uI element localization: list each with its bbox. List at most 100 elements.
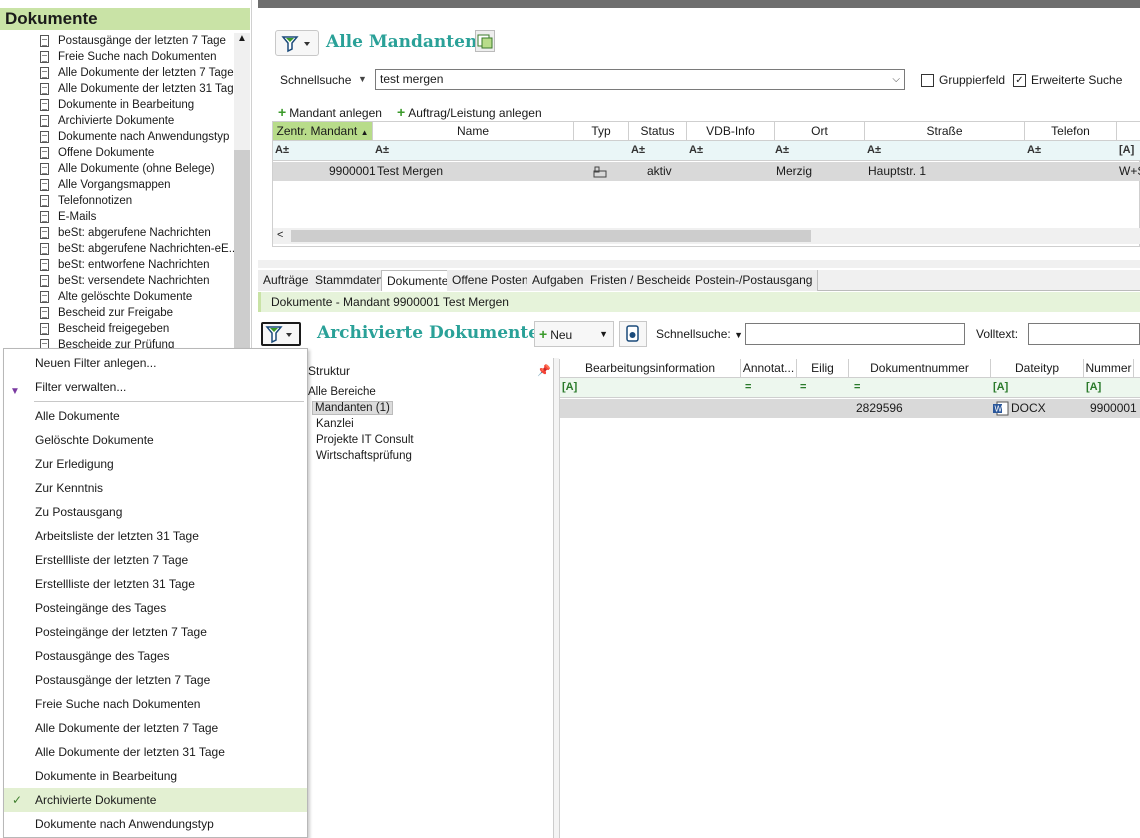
- column-header-zentr-mandant[interactable]: Zentr. Mandant ▲: [273, 122, 373, 141]
- table-row[interactable]: 9900001 Test Mergen aktiv Merzig Hauptst…: [273, 162, 1140, 181]
- column-header-nummer[interactable]: Nummer: [1084, 359, 1134, 378]
- sidebar-item[interactable]: Dokumente in Bearbeitung: [38, 97, 238, 113]
- menu-item[interactable]: Freie Suche nach Dokumenten: [4, 692, 307, 716]
- text-filter-icon[interactable]: [A]: [1119, 144, 1134, 156]
- text-filter-icon[interactable]: [A]: [562, 381, 577, 393]
- sidebar-item[interactable]: Alle Dokumente der letzten 7 Tage: [38, 65, 238, 81]
- chevron-down-icon[interactable]: ⌵: [892, 70, 900, 89]
- chevron-down-icon[interactable]: ▼: [734, 330, 743, 340]
- menu-item[interactable]: Dokumente nach Anwendungstyp: [4, 812, 307, 836]
- menu-item-new-filter[interactable]: Neuen Filter anlegen...: [4, 351, 307, 375]
- tab-offene-posten[interactable]: Offene Posten: [447, 270, 535, 291]
- column-header-dateityp[interactable]: Dateityp: [991, 359, 1084, 378]
- column-header-status[interactable]: Status: [629, 122, 687, 141]
- sidebar-item[interactable]: Postausgänge der letzten 7 Tage: [38, 33, 238, 49]
- tree-item-kanzlei[interactable]: Kanzlei: [308, 416, 414, 432]
- menu-item[interactable]: Alle Dokumente der letzten 7 Tage: [4, 716, 307, 740]
- equals-filter-icon[interactable]: =: [745, 381, 751, 393]
- sidebar-item[interactable]: Bescheid freigegeben: [38, 321, 238, 337]
- fulltext-input[interactable]: [1028, 323, 1140, 345]
- tab-fristen[interactable]: Fristen / Bescheide: [585, 270, 699, 291]
- sidebar-item[interactable]: Offene Dokumente: [38, 145, 238, 161]
- checkbox-box[interactable]: [921, 74, 934, 88]
- equals-filter-icon[interactable]: =: [800, 381, 806, 393]
- text-filter-icon[interactable]: A±: [689, 144, 703, 156]
- text-filter-icon[interactable]: A±: [375, 144, 389, 156]
- sidebar-item[interactable]: Alle Dokumente der letzten 31 Tage: [38, 81, 238, 97]
- menu-item[interactable]: Erstellliste der letzten 7 Tage: [4, 548, 307, 572]
- column-header-bearbeitungsinformation[interactable]: Bearbeitungsinformation: [560, 359, 741, 378]
- menu-item[interactable]: Posteingänge der letzten 7 Tage: [4, 620, 307, 644]
- menu-item[interactable]: Zur Kenntnis: [4, 476, 307, 500]
- table-row[interactable]: 2829596 W DOCX 9900001: [560, 399, 1140, 418]
- archive-filter-button[interactable]: [261, 322, 301, 346]
- tab-aufgaben[interactable]: Aufgaben: [527, 270, 590, 291]
- column-header-vdb-info[interactable]: VDB-Info: [687, 122, 775, 141]
- column-header-strasse[interactable]: Straße: [865, 122, 1025, 141]
- checkmark-icon[interactable]: ✓: [1013, 74, 1026, 88]
- tree-item-mandanten[interactable]: Mandanten (1): [308, 400, 414, 416]
- menu-item[interactable]: Zu Postausgang: [4, 500, 307, 524]
- column-header-typ[interactable]: Typ: [574, 122, 629, 141]
- add-auftrag-button[interactable]: + Auftrag/Leistung anlegen: [397, 104, 542, 120]
- sidebar-item[interactable]: Freie Suche nach Dokumenten: [38, 49, 238, 65]
- menu-item[interactable]: Alle Dokumente: [4, 404, 307, 428]
- menu-item[interactable]: Gelöschte Dokumente: [4, 428, 307, 452]
- tab-dokumente[interactable]: Dokumente: [381, 270, 455, 291]
- archive-quicksearch-input[interactable]: [745, 323, 965, 345]
- sidebar-item[interactable]: beSt: abgerufene Nachrichten-eE...: [38, 241, 238, 257]
- menu-item[interactable]: Postausgänge des Tages: [4, 644, 307, 668]
- text-filter-icon[interactable]: A±: [275, 144, 289, 156]
- scroll-left-icon[interactable]: <: [277, 229, 283, 241]
- sidebar-item[interactable]: beSt: versendete Nachrichten: [38, 273, 238, 289]
- sidebar-item[interactable]: Bescheid zur Freigabe: [38, 305, 238, 321]
- menu-item[interactable]: Arbeitsliste der letzten 31 Tage: [4, 524, 307, 548]
- new-button[interactable]: + Neu ▼: [534, 321, 614, 347]
- sidebar-item[interactable]: beSt: entworfene Nachrichten: [38, 257, 238, 273]
- sidebar-scroll-thumb[interactable]: [234, 150, 250, 350]
- top-tab-strip[interactable]: [258, 0, 1140, 8]
- horizontal-scroll-thumb[interactable]: [291, 230, 811, 242]
- tree-item-projekte[interactable]: Projekte IT Consult: [308, 432, 414, 448]
- sidebar-item[interactable]: Alle Dokumente (ohne Belege): [38, 161, 238, 177]
- column-header-telefon[interactable]: Telefon: [1025, 122, 1117, 141]
- column-header-extra[interactable]: [1134, 359, 1140, 378]
- tab-auftraege[interactable]: Aufträge: [258, 270, 315, 291]
- tree-item-alle-bereiche[interactable]: Alle Bereiche: [308, 384, 414, 400]
- column-header-ort[interactable]: Ort: [775, 122, 865, 141]
- quicksearch-input[interactable]: test mergen ⌵: [375, 69, 905, 90]
- pin-icon[interactable]: 📌: [537, 364, 551, 377]
- filter-button[interactable]: [275, 30, 319, 56]
- sidebar-item[interactable]: Telefonnotizen: [38, 193, 238, 209]
- text-filter-icon[interactable]: A±: [1027, 144, 1041, 156]
- menu-item[interactable]: ✓ Archivierte Dokumente: [4, 788, 307, 812]
- sidebar-item[interactable]: Alte gelöschte Dokumente: [38, 289, 238, 305]
- add-mandant-button[interactable]: + Mandant anlegen: [278, 104, 382, 120]
- sidebar-item[interactable]: beSt: abgerufene Nachrichten: [38, 225, 238, 241]
- sidebar-item[interactable]: Archivierte Dokumente: [38, 113, 238, 129]
- scan-button[interactable]: [619, 321, 647, 347]
- text-filter-icon[interactable]: A±: [867, 144, 881, 156]
- menu-item[interactable]: Zur Erledigung: [4, 452, 307, 476]
- tab-postein-ausgang[interactable]: Postein-/Postausgang: [690, 270, 819, 291]
- menu-item[interactable]: Erstellliste der letzten 31 Tage: [4, 572, 307, 596]
- text-filter-icon[interactable]: [A]: [1086, 381, 1101, 393]
- column-header-eilig[interactable]: Eilig: [797, 359, 849, 378]
- sidebar-item[interactable]: Dokumente nach Anwendungstyp: [38, 129, 238, 145]
- menu-item[interactable]: Postausgänge der letzten 7 Tage: [4, 668, 307, 692]
- menu-item[interactable]: Alle Dokumente der letzten 31 Tage: [4, 740, 307, 764]
- table-view-icon[interactable]: [475, 30, 495, 52]
- scroll-up-icon[interactable]: ▲: [237, 33, 247, 44]
- column-header-dokumentnummer[interactable]: Dokumentnummer: [849, 359, 991, 378]
- text-filter-icon[interactable]: A±: [775, 144, 789, 156]
- sidebar-item[interactable]: E-Mails: [38, 209, 238, 225]
- menu-item[interactable]: Posteingänge des Tages: [4, 596, 307, 620]
- equals-filter-icon[interactable]: =: [854, 381, 860, 393]
- sidebar-item[interactable]: Alle Vorgangsmappen: [38, 177, 238, 193]
- quicksearch-dropdown-icon[interactable]: ▼: [358, 74, 367, 84]
- column-header-annotation[interactable]: Annotat...: [741, 359, 797, 378]
- text-filter-icon[interactable]: [A]: [993, 381, 1008, 393]
- tree-item-wirtschaftspruefung[interactable]: Wirtschaftsprüfung: [308, 448, 414, 464]
- column-header-extra[interactable]: [1117, 122, 1140, 141]
- extended-search-checkbox[interactable]: ✓ Erweiterte Suche: [1013, 73, 1122, 88]
